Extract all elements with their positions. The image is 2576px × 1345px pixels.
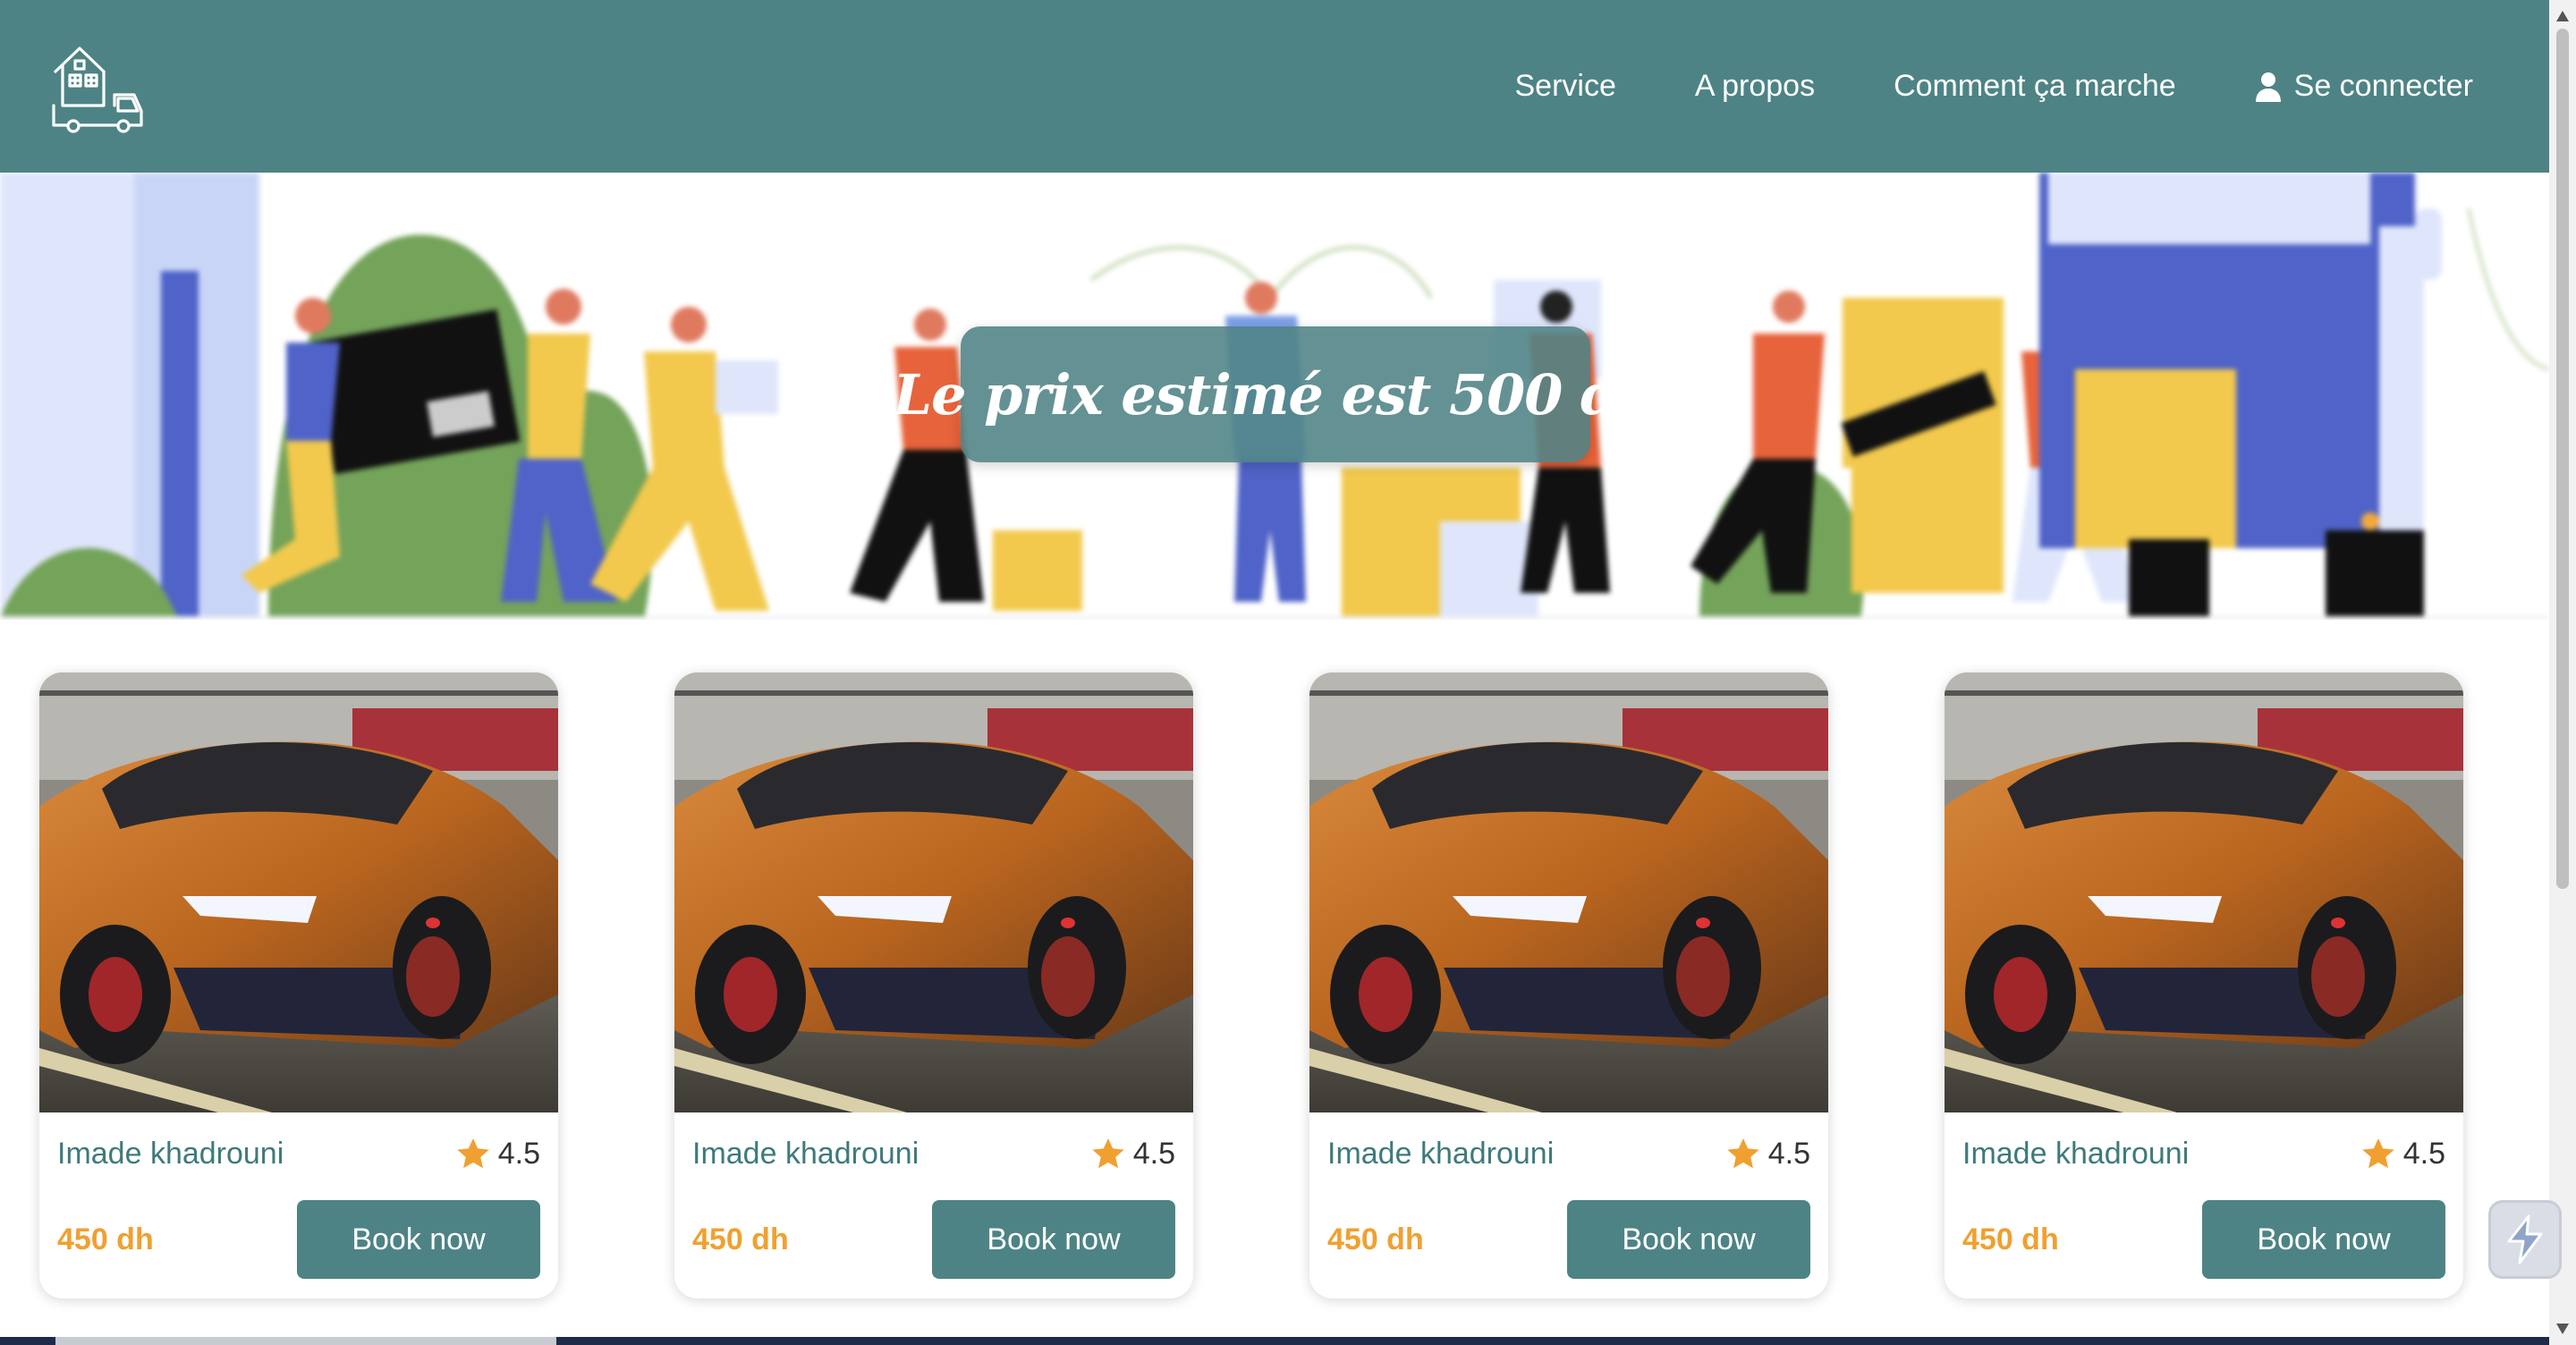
next-card-edge <box>55 1337 556 1345</box>
card-info-row: Imade khadrouni 4.5 <box>57 1130 540 1177</box>
next-section-edge <box>0 1337 2549 1345</box>
star-icon <box>456 1138 489 1169</box>
star-icon <box>1726 1138 1759 1169</box>
driver-name: Imade khadrouni <box>692 1136 919 1171</box>
book-now-button[interactable]: Book now <box>1567 1200 1810 1279</box>
driver-name: Imade khadrouni <box>57 1136 284 1171</box>
scrollbar-thumb[interactable] <box>2556 29 2569 889</box>
login-label: Se connecter <box>2293 69 2473 103</box>
nav-link-comment-ca-marche[interactable]: Comment ça marche <box>1894 69 2176 104</box>
star-icon <box>2361 1138 2394 1169</box>
card-action-row: 450 dh Book now <box>692 1200 1175 1279</box>
rating-value: 4.5 <box>1132 1136 1175 1171</box>
login-link[interactable]: Se connecter <box>2255 69 2473 104</box>
star-icon <box>1091 1138 1124 1169</box>
rating: 4.5 <box>1091 1136 1175 1172</box>
card-info-row: Imade khadrouni 4.5 <box>1962 1130 2445 1177</box>
driver-card: Imade khadrouni 4.5 450 dh Book now <box>674 672 1193 1298</box>
car-photo <box>1309 672 1828 1112</box>
user-icon <box>2255 72 2281 102</box>
driver-name: Imade khadrouni <box>1327 1136 1555 1171</box>
car-photo <box>39 672 558 1112</box>
card-action-row: 450 dh Book now <box>1327 1200 1810 1279</box>
rating-value: 4.5 <box>497 1136 540 1171</box>
card-info-row: Imade khadrouni 4.5 <box>1327 1130 1810 1177</box>
rating: 4.5 <box>2361 1136 2445 1172</box>
driver-card: Imade khadrouni 4.5 450 dh Book now <box>1309 672 1828 1298</box>
price: 450 dh <box>57 1222 154 1256</box>
nav-link-a-propos[interactable]: A propos <box>1695 69 1815 104</box>
lightning-icon <box>2507 1214 2543 1265</box>
scroll-up-arrow-icon[interactable] <box>2556 11 2569 21</box>
price: 450 dh <box>1327 1222 1424 1256</box>
main-nav: Service A propos Comment ça marche Se co… <box>1515 69 2474 104</box>
driver-card: Imade khadrouni 4.5 450 dh Book now <box>39 672 558 1298</box>
price: 450 dh <box>1962 1222 2059 1256</box>
scroll-down-arrow-icon[interactable] <box>2556 1324 2569 1334</box>
driver-name: Imade khadrouni <box>1962 1136 2190 1171</box>
driver-card: Imade khadrouni 4.5 450 dh Book now <box>1945 672 2463 1298</box>
driver-cards: Imade khadrouni 4.5 450 dh Book now Imad… <box>0 672 2549 1298</box>
rating: 4.5 <box>1726 1136 1810 1172</box>
card-action-row: 450 dh Book now <box>57 1200 540 1279</box>
car-photo <box>674 672 1193 1112</box>
card-action-row: 450 dh Book now <box>1962 1200 2445 1279</box>
estimated-price-text: Le prix estimé est 500 dh <box>893 361 1659 427</box>
top-navbar: Service A propos Comment ça marche Se co… <box>0 0 2549 173</box>
rating-value: 4.5 <box>2402 1136 2445 1171</box>
rating: 4.5 <box>456 1136 540 1172</box>
page: Service A propos Comment ça marche Se co… <box>0 0 2576 1345</box>
book-now-button[interactable]: Book now <box>297 1200 540 1279</box>
book-now-button[interactable]: Book now <box>932 1200 1175 1279</box>
hero-banner: Le prix estimé est 500 dh <box>0 173 2549 620</box>
rating-value: 4.5 <box>1767 1136 1810 1171</box>
book-now-button[interactable]: Book now <box>2202 1200 2445 1279</box>
floating-assistant-button[interactable] <box>2488 1200 2562 1279</box>
house-truck-logo-icon[interactable] <box>52 39 146 133</box>
nav-link-service[interactable]: Service <box>1515 69 1616 104</box>
car-photo <box>1945 672 2463 1112</box>
price: 450 dh <box>692 1222 789 1256</box>
vertical-scrollbar[interactable] <box>2549 0 2576 1345</box>
card-info-row: Imade khadrouni 4.5 <box>692 1130 1175 1177</box>
estimated-price-box: Le prix estimé est 500 dh <box>894 326 1658 462</box>
